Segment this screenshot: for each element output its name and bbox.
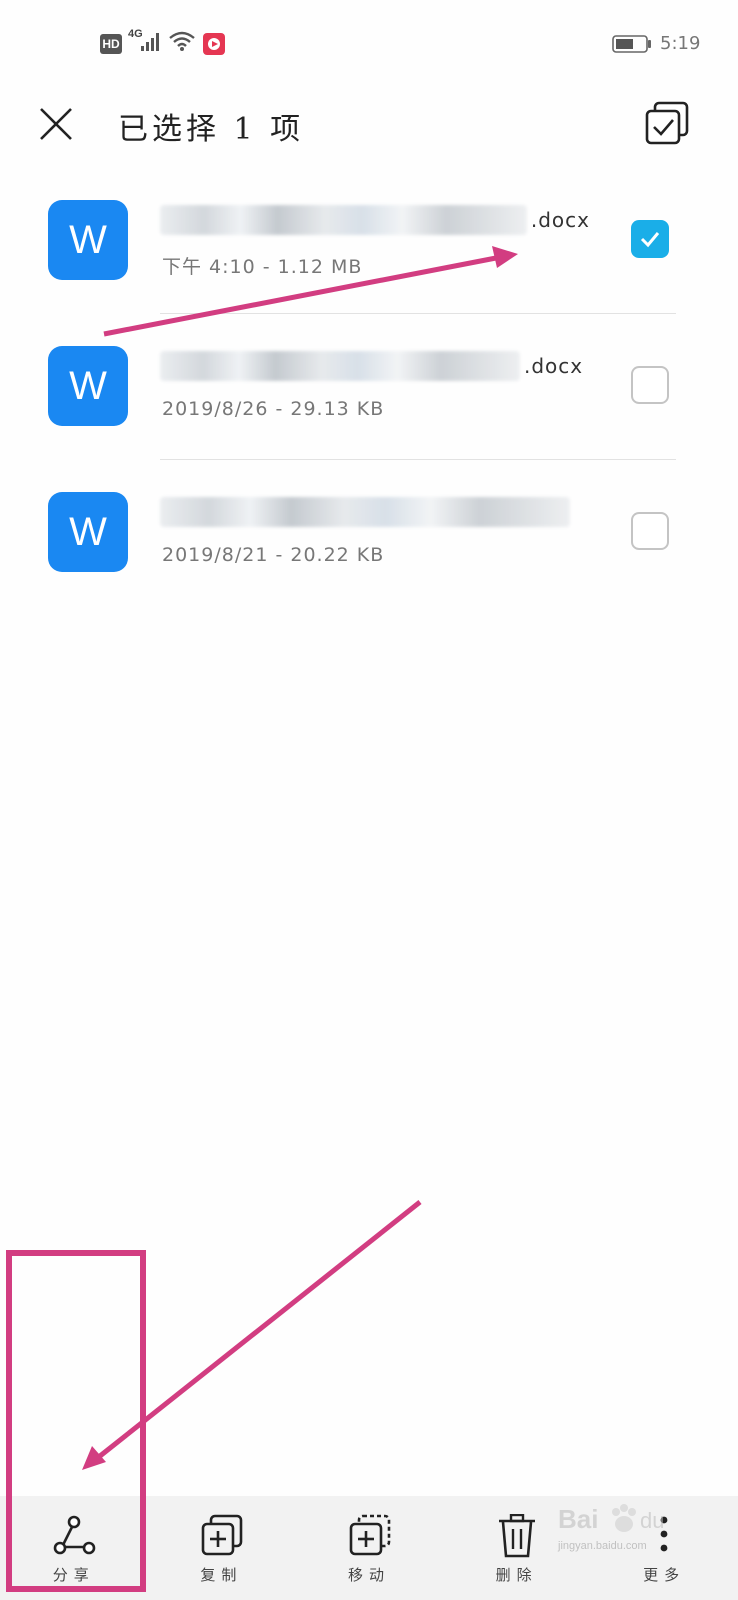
file-list: W .docx 下午 4:10 - 1.12 MB W .docx 2019/8… bbox=[0, 168, 738, 606]
blurred-filename bbox=[160, 497, 570, 527]
file-extension: .docx bbox=[524, 354, 584, 378]
copy-button[interactable]: 复制 bbox=[148, 1496, 296, 1600]
battery-icon bbox=[612, 35, 651, 53]
file-item[interactable]: W 2019/8/21 - 20.22 KB bbox=[0, 460, 738, 606]
word-file-icon: W bbox=[48, 492, 128, 572]
word-file-icon: W bbox=[48, 346, 128, 426]
signal-icon bbox=[141, 33, 159, 51]
trash-icon bbox=[498, 1514, 535, 1558]
file-item[interactable]: W .docx 下午 4:10 - 1.12 MB bbox=[0, 168, 738, 314]
clock: 5:19 bbox=[660, 33, 701, 54]
more-label: 更多 bbox=[643, 1566, 686, 1584]
file-checkbox[interactable] bbox=[631, 220, 669, 258]
screen: HD 4G 5:19 已选择 1 项 W .docx 下午 4:10 - 1.1… bbox=[0, 0, 738, 1600]
move-button[interactable]: 移动 bbox=[295, 1496, 443, 1600]
file-checkbox[interactable] bbox=[631, 366, 669, 404]
copy-label: 复制 bbox=[200, 1566, 243, 1584]
file-name bbox=[160, 492, 590, 532]
move-label: 移动 bbox=[347, 1566, 390, 1584]
more-vertical-icon bbox=[660, 1516, 668, 1552]
file-name: .docx bbox=[160, 346, 590, 386]
blurred-filename bbox=[160, 351, 520, 381]
select-all-icon bbox=[645, 101, 689, 145]
close-icon bbox=[40, 108, 72, 140]
file-meta: 下午 4:10 - 1.12 MB bbox=[162, 256, 363, 278]
app-badge-icon bbox=[203, 33, 225, 55]
close-button[interactable] bbox=[30, 98, 82, 150]
file-extension: .docx bbox=[530, 208, 590, 232]
file-meta: 2019/8/21 - 20.22 KB bbox=[162, 544, 385, 566]
file-checkbox[interactable] bbox=[631, 512, 669, 550]
select-all-button[interactable] bbox=[640, 96, 694, 150]
word-file-icon: W bbox=[48, 200, 128, 280]
file-name: .docx bbox=[160, 200, 590, 240]
hd-badge-icon: HD bbox=[100, 34, 122, 54]
blurred-filename bbox=[160, 205, 527, 235]
status-bar: HD 4G 5:19 bbox=[0, 0, 738, 90]
check-icon bbox=[640, 232, 660, 248]
delete-label: 删除 bbox=[495, 1566, 538, 1584]
delete-button[interactable]: 删除 bbox=[443, 1496, 591, 1600]
file-meta: 2019/8/26 - 29.13 KB bbox=[162, 398, 385, 420]
page-title: 已选择 1 项 bbox=[118, 112, 305, 147]
highlight-box bbox=[6, 1250, 146, 1592]
copy-icon bbox=[202, 1514, 243, 1556]
wifi-icon bbox=[169, 31, 195, 51]
more-button[interactable]: 更多 bbox=[590, 1496, 738, 1600]
move-icon bbox=[349, 1514, 391, 1556]
file-item[interactable]: W .docx 2019/8/26 - 29.13 KB bbox=[0, 314, 738, 460]
app-bar: 已选择 1 项 bbox=[0, 90, 738, 160]
